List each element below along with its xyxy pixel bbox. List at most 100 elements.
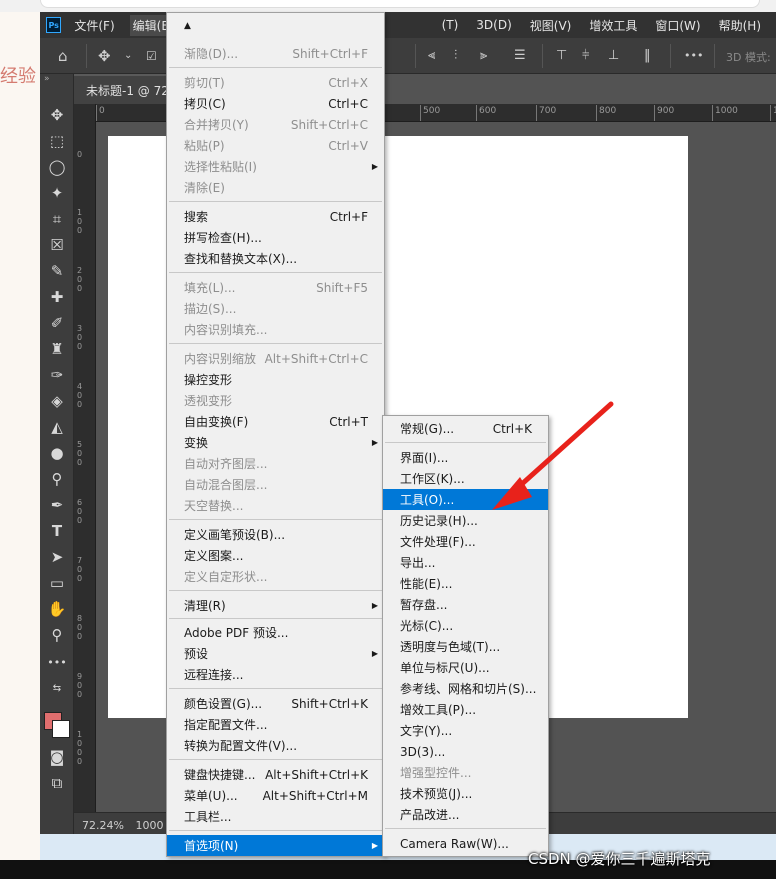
menu-item[interactable]: 工具(O)... [383, 489, 548, 510]
zoom-level[interactable]: 72.24% [82, 819, 124, 832]
menu-item-label: 填充(L)... [184, 281, 236, 295]
healing-brush-icon[interactable]: ✚ [46, 286, 68, 308]
background-color-swatch[interactable] [52, 720, 70, 738]
menu-item[interactable]: 产品改进... [383, 804, 548, 825]
menu-item-label: 增效工具(P)... [400, 703, 477, 717]
menu-item[interactable]: 指定配置文件... [167, 714, 384, 735]
move-tool-icon[interactable]: ✥ [46, 104, 68, 126]
menu-type[interactable]: (T) [439, 16, 462, 34]
brush-tool-icon[interactable]: ✐ [46, 312, 68, 334]
menu-item-label: 合并拷贝(Y) [184, 118, 249, 132]
distribute-vertical-icon[interactable]: ‖ [644, 47, 651, 65]
menu-item[interactable]: 拼写检查(H)... [167, 227, 384, 248]
hand-tool-icon[interactable]: ✋ [46, 598, 68, 620]
menu-item[interactable]: 光标(C)... [383, 615, 548, 636]
menu-item[interactable]: 技术预览(J)... [383, 783, 548, 804]
history-brush-icon[interactable]: ✑ [46, 364, 68, 386]
menu-item[interactable]: 拷贝(C) Ctrl+C [167, 93, 384, 114]
eyedropper-icon[interactable]: ✎ [46, 260, 68, 282]
zoom-tool-icon[interactable]: ⚲ [46, 624, 68, 646]
menu-item[interactable]: 颜色设置(G)... Shift+Ctrl+K [167, 693, 384, 714]
swap-colors-icon[interactable]: ⇆ [46, 678, 68, 700]
submenu-arrow-icon: ▶ [371, 162, 378, 171]
lasso-tool-icon[interactable]: ◯ [46, 156, 68, 178]
collapse-panel-icon[interactable]: » [44, 74, 50, 84]
paint-bucket-icon[interactable]: ◭ [46, 416, 68, 438]
menu-item[interactable]: 常规(G)... Ctrl+K [383, 418, 548, 439]
ruler-label: 800 [77, 614, 83, 641]
menu-item[interactable]: Adobe PDF 预设... [167, 622, 384, 643]
move-tool-icon[interactable]: ✥ [98, 47, 111, 65]
menu-item[interactable]: 历史记录(H)... [383, 510, 548, 531]
menu-item[interactable]: 定义画笔预设(B)... [167, 524, 384, 545]
menu-separator [169, 343, 382, 344]
menu-3d[interactable]: 3D(D) [473, 16, 514, 34]
menu-item[interactable]: 变换 ▶ [167, 432, 384, 453]
home-icon[interactable]: ⌂ [58, 47, 68, 65]
dodge-tool-icon[interactable]: ⚲ [46, 468, 68, 490]
menu-scroll-up-icon[interactable]: ▲ [167, 15, 384, 36]
menu-item[interactable]: 单位与标尺(U)... [383, 657, 548, 678]
align-top-icon[interactable]: ⊤ [556, 47, 567, 65]
menu-separator [385, 828, 546, 829]
menu-plugins[interactable]: 增效工具 [586, 15, 640, 36]
align-center-icon[interactable]: ⫶ [454, 47, 457, 65]
menu-help[interactable]: 帮助(H) [716, 15, 764, 36]
eraser-tool-icon[interactable]: ◈ [46, 390, 68, 412]
menu-file[interactable]: 文件(F) [71, 15, 117, 36]
screen-mode-icon[interactable]: ⧉ [46, 772, 68, 794]
menu-item[interactable]: 远程连接... [167, 664, 384, 685]
menu-item[interactable]: 文字(Y)... [383, 720, 548, 741]
align-middle-icon[interactable]: ⫩ [582, 47, 589, 65]
auto-select-checkbox[interactable]: ☑ [146, 47, 157, 65]
menu-item[interactable]: Camera Raw(W)... [383, 833, 548, 854]
menu-item[interactable]: 暂存盘... [383, 594, 548, 615]
type-tool-icon[interactable]: T [46, 520, 68, 542]
menu-item[interactable]: 首选项(N) ▶ [167, 835, 384, 856]
address-bar[interactable] [40, 0, 760, 8]
menu-item[interactable]: 性能(E)... [383, 573, 548, 594]
align-bottom-icon[interactable]: ⊥ [608, 47, 619, 65]
chevron-down-icon[interactable]: ⌄ [124, 47, 132, 65]
rectangle-tool-icon[interactable]: ▭ [46, 572, 68, 594]
menu-item[interactable]: 操控变形 [167, 369, 384, 390]
edit-toolbar-icon[interactable]: ••• [46, 652, 68, 674]
distribute-icon[interactable]: ☰ [514, 47, 526, 65]
menu-separator [169, 830, 382, 831]
align-right-icon[interactable]: ⫸ [480, 47, 487, 65]
menu-item[interactable]: 查找和替换文本(X)... [167, 248, 384, 269]
marquee-tool-icon[interactable]: ⬚ [46, 130, 68, 152]
submenu-arrow-icon: ▶ [371, 649, 378, 658]
menu-item[interactable]: 3D(3)... [383, 741, 548, 762]
menu-item[interactable]: 预设 ▶ [167, 643, 384, 664]
frame-tool-icon[interactable]: ☒ [46, 234, 68, 256]
menu-item[interactable]: 导出... [383, 552, 548, 573]
crop-tool-icon[interactable]: ⌗ [46, 208, 68, 230]
stamp-tool-icon[interactable]: ♜ [46, 338, 68, 360]
menu-item[interactable]: 工具栏... [167, 806, 384, 827]
menu-item[interactable]: 文件处理(F)... [383, 531, 548, 552]
magic-wand-icon[interactable]: ✦ [46, 182, 68, 204]
menu-item[interactable]: 转换为配置文件(V)... [167, 735, 384, 756]
menu-item[interactable]: 界面(I)... [383, 447, 548, 468]
menu-item[interactable]: 工作区(K)... [383, 468, 548, 489]
menu-window[interactable]: 窗口(W) [652, 15, 703, 36]
submenu-arrow-icon: ▶ [371, 438, 378, 447]
menu-item[interactable]: 清理(R) ▶ [167, 595, 384, 616]
menu-view[interactable]: 视图(V) [527, 15, 575, 36]
more-options-icon[interactable]: ••• [684, 47, 703, 65]
menu-item[interactable]: 增效工具(P)... [383, 699, 548, 720]
menu-item[interactable]: 键盘快捷键... Alt+Shift+Ctrl+K [167, 764, 384, 785]
menu-item[interactable]: 透明度与色域(T)... [383, 636, 548, 657]
quick-mask-icon[interactable]: ◙ [46, 746, 68, 768]
path-select-icon[interactable]: ➤ [46, 546, 68, 568]
align-left-icon[interactable]: ⫷ [428, 47, 435, 65]
blur-tool-icon[interactable]: ● [46, 442, 68, 464]
menu-item-label: 键盘快捷键... [184, 768, 256, 782]
menu-item[interactable]: 搜索 Ctrl+F [167, 206, 384, 227]
menu-item[interactable]: 菜单(U)... Alt+Shift+Ctrl+M [167, 785, 384, 806]
menu-item[interactable]: 参考线、网格和切片(S)... [383, 678, 548, 699]
menu-item[interactable]: 定义图案... [167, 545, 384, 566]
pen-tool-icon[interactable]: ✒ [46, 494, 68, 516]
menu-item[interactable]: 自由变换(F) Ctrl+T [167, 411, 384, 432]
